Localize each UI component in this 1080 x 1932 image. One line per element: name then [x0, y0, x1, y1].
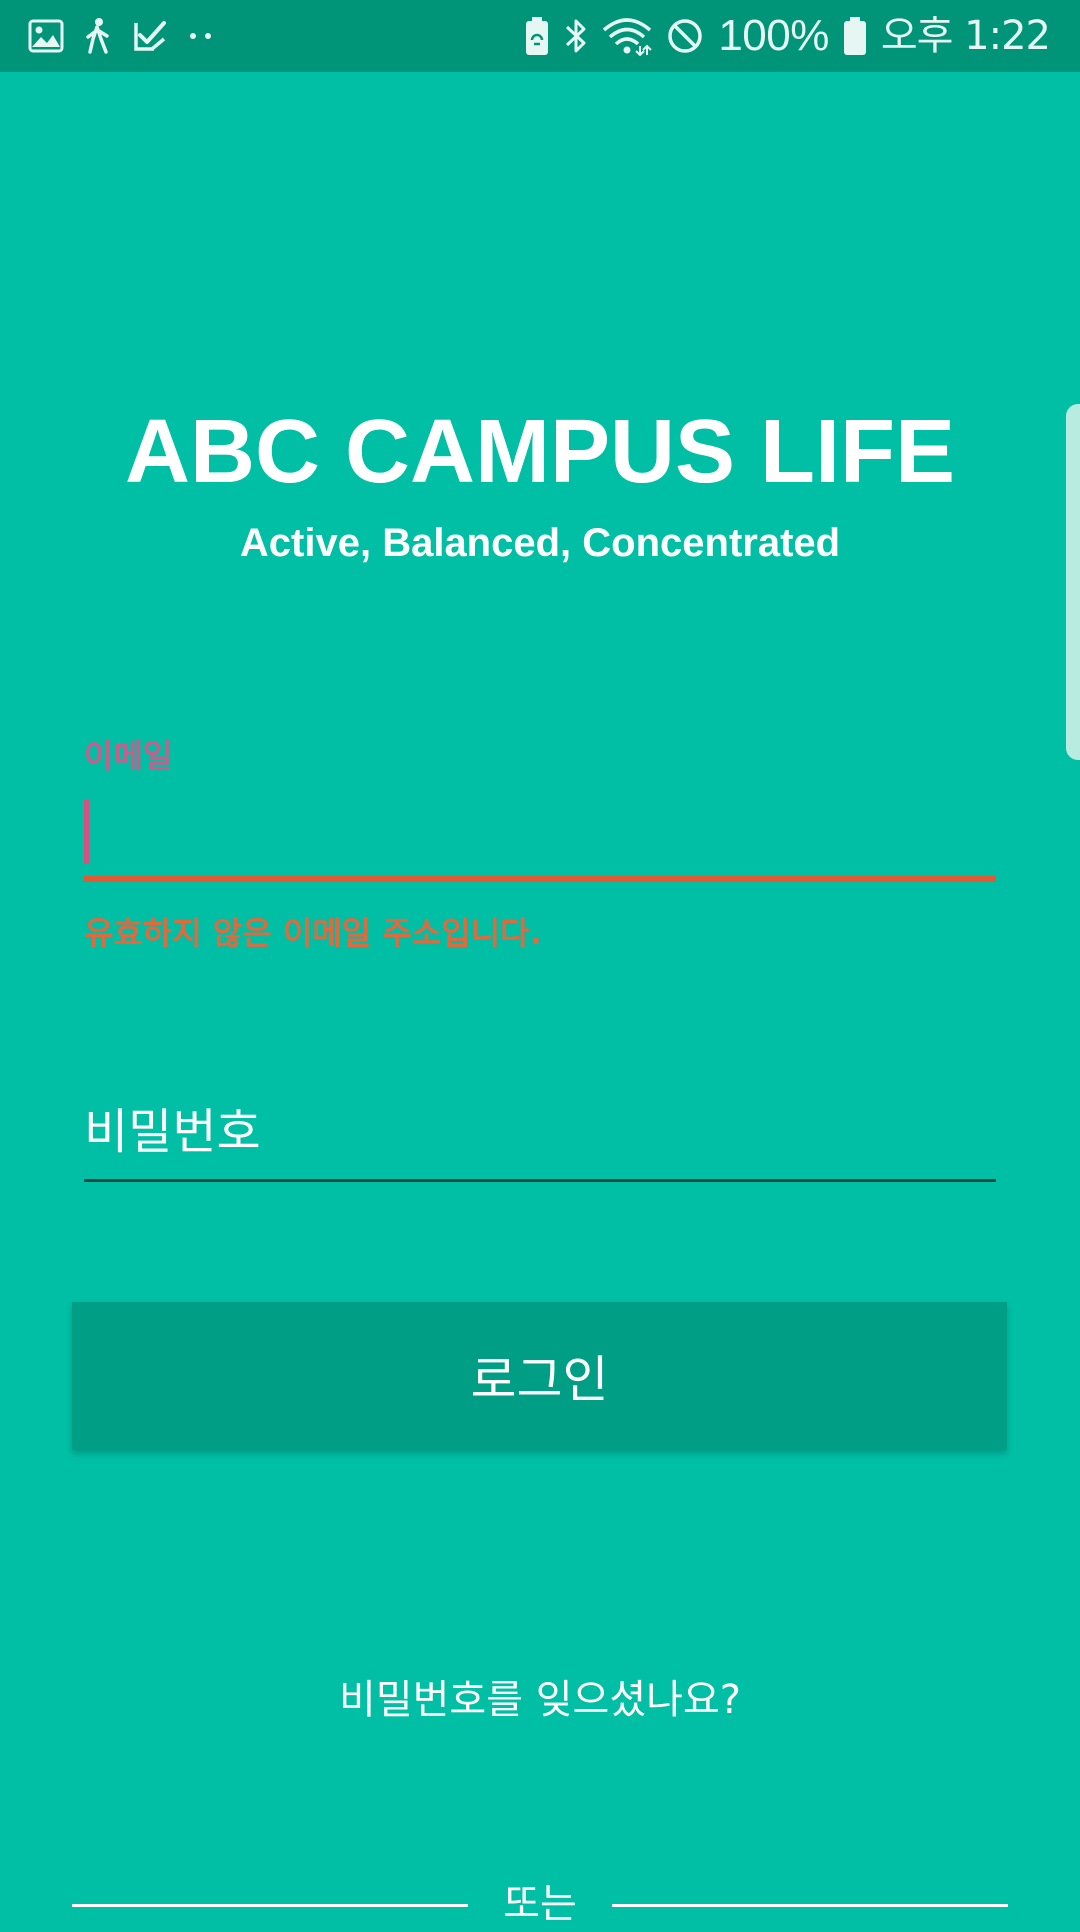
wifi-icon	[602, 16, 653, 56]
bluetooth-icon	[564, 16, 588, 56]
email-field[interactable]	[84, 790, 996, 882]
task-check-icon	[132, 19, 168, 53]
gallery-icon	[28, 19, 64, 53]
status-bar-left	[28, 0, 214, 72]
divider-line-right	[612, 1904, 1008, 1907]
password-field[interactable]	[84, 1090, 996, 1182]
password-input[interactable]	[84, 1090, 996, 1174]
do-not-disturb-icon	[666, 17, 704, 55]
status-bar-right: 100% 오후 1:22	[524, 0, 1051, 72]
app-subtitle: Active, Balanced, Concentrated	[239, 521, 841, 565]
forgot-password-link[interactable]: 비밀번호를 잊으셨나요?	[0, 1672, 1080, 1728]
walking-icon	[84, 17, 112, 55]
battery-saver-icon	[524, 16, 550, 56]
login-button[interactable]: 로그인	[72, 1302, 1007, 1450]
email-input[interactable]	[84, 790, 996, 870]
email-label: 이메일	[84, 737, 173, 775]
battery-percent: 100%	[718, 11, 829, 60]
clock: 오후 1:22	[880, 13, 1051, 59]
more-dots-icon	[188, 31, 214, 41]
app-title: ABC CAMPUS LIFE	[125, 402, 955, 502]
email-error-message: 유효하지 않은 이메일 주소입니다.	[84, 914, 542, 952]
battery-icon	[843, 16, 867, 56]
status-bar: 100% 오후 1:22	[0, 0, 1080, 72]
